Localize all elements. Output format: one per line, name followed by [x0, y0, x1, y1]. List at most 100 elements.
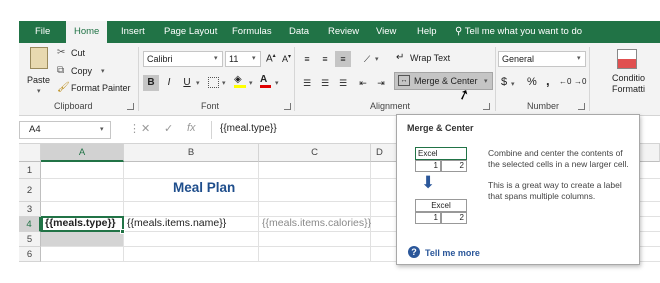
bottom-align-icon[interactable]: ≡: [335, 51, 351, 67]
wrap-text-icon: ↵: [396, 52, 405, 63]
column-header-b[interactable]: B: [124, 144, 259, 162]
illus-after-cell-1: 1: [415, 212, 441, 224]
format-painter-label: Format Painter: [71, 83, 131, 93]
increase-font-icon[interactable]: A▴: [266, 52, 276, 64]
tab-review[interactable]: Review: [328, 21, 359, 43]
row-header-6[interactable]: 6: [19, 247, 41, 262]
comma-button[interactable]: ,: [546, 73, 550, 88]
chevron-down-icon: ▾: [100, 126, 104, 133]
tooltip-desc-2: This is a great way to create a label th…: [488, 180, 622, 201]
borders-icon[interactable]: [208, 77, 219, 88]
font-group-label: Font: [201, 101, 220, 111]
merge-icon: ↔: [398, 75, 410, 86]
underline-button[interactable]: U: [179, 75, 195, 91]
merge-dropdown-icon: ▾: [484, 78, 488, 85]
cancel-icon[interactable]: ✕: [141, 122, 150, 135]
align-left-icon[interactable]: ☰: [299, 75, 315, 91]
lightbulb-icon: ⚲: [455, 26, 463, 37]
italic-button[interactable]: I: [161, 75, 177, 91]
tab-file[interactable]: File: [35, 21, 50, 43]
increase-indent-icon[interactable]: ⇥: [373, 75, 389, 91]
alignment-launcher-icon[interactable]: [483, 103, 490, 110]
decrease-indent-icon[interactable]: ⇤: [355, 75, 371, 91]
name-box-value: A4: [29, 124, 41, 135]
fill-handle[interactable]: [120, 229, 125, 234]
more-options-icon[interactable]: ⋮: [129, 122, 140, 135]
insert-function-icon[interactable]: fx: [187, 122, 196, 134]
tab-home[interactable]: Home: [66, 21, 108, 43]
font-name-select[interactable]: Calibri ▾: [143, 51, 223, 67]
tab-insert[interactable]: Insert: [121, 21, 145, 43]
underline-dropdown-icon[interactable]: ▾: [196, 79, 200, 87]
tab-page-layout[interactable]: Page Layout: [164, 21, 217, 43]
clipboard-group-label: Clipboard: [54, 101, 93, 111]
gridline: [123, 162, 124, 262]
tooltip-description: Combine and center the contents of the s…: [488, 148, 636, 212]
row-header-2[interactable]: 2: [19, 179, 41, 202]
tell-me-more-link[interactable]: Tell me more: [425, 248, 480, 258]
cell-b2-title[interactable]: Meal Plan: [173, 180, 235, 195]
cell-b4[interactable]: {{meals.items.name}}: [127, 217, 226, 229]
decrease-decimal-icon[interactable]: →0: [574, 77, 586, 86]
bold-button[interactable]: B: [143, 75, 159, 91]
increase-decimal-icon[interactable]: ←0: [559, 77, 571, 86]
currency-button[interactable]: $: [501, 76, 507, 88]
borders-dropdown-icon[interactable]: ▾: [222, 79, 226, 87]
font-launcher-icon[interactable]: [284, 103, 291, 110]
conditional-formatting-label[interactable]: Conditio: [612, 73, 645, 83]
row-header-3[interactable]: 3: [19, 202, 41, 217]
merge-center-button[interactable]: ↔ Merge & Center ▾: [394, 72, 493, 90]
merge-center-tooltip: Merge & Center Excel 1 2 ⬇ Excel 1 2 Com…: [396, 114, 640, 265]
tab-formulas[interactable]: Formulas: [232, 21, 272, 43]
tab-data[interactable]: Data: [289, 21, 309, 43]
paste-button[interactable]: Paste ▾: [25, 47, 55, 95]
row-header-1[interactable]: 1: [19, 162, 41, 179]
font-size-select[interactable]: 11 ▾: [225, 51, 261, 67]
conditional-formatting-icon[interactable]: [617, 49, 637, 69]
enter-icon[interactable]: ✓: [164, 122, 173, 135]
align-right-icon[interactable]: ☰: [335, 75, 351, 91]
font-color-icon[interactable]: A: [260, 74, 271, 88]
top-align-icon[interactable]: ≡: [299, 51, 315, 67]
font-color-dropdown-icon[interactable]: ▾: [275, 79, 279, 87]
middle-align-icon[interactable]: ≡: [317, 51, 333, 67]
fill-color-icon[interactable]: ◈: [234, 74, 246, 88]
copy-label: Copy: [71, 66, 93, 76]
number-format-select[interactable]: General ▾: [498, 51, 586, 67]
ribbon: Paste ▾ ✂ Cut ⧉ Copy ▾ 🖌 Format Painter …: [19, 43, 660, 116]
row-header-4[interactable]: 4: [19, 217, 41, 232]
illus-after-header: Excel: [415, 199, 467, 212]
cell-a5-highlight[interactable]: [41, 232, 123, 246]
clipboard-launcher-icon[interactable]: [127, 103, 134, 110]
merge-illustration: Excel 1 2 ⬇ Excel 1 2: [415, 147, 469, 237]
conditional-formatting-label2[interactable]: Formatti: [612, 84, 645, 94]
column-header-c[interactable]: C: [259, 144, 371, 162]
group-separator: [495, 47, 496, 111]
brush-icon: 🖌: [57, 82, 70, 93]
orientation-dropdown-icon[interactable]: ▾: [375, 55, 379, 63]
tab-help[interactable]: Help: [417, 21, 437, 43]
tooltip-desc-1: Combine and center the contents of the s…: [488, 148, 629, 169]
cut-label: Cut: [71, 48, 86, 58]
number-format-value: General: [502, 54, 535, 64]
name-box[interactable]: A4 ▾: [19, 121, 111, 139]
tab-view[interactable]: View: [376, 21, 396, 43]
fill-dropdown-icon[interactable]: ▾: [249, 79, 253, 87]
ribbon-tabbar: File Home Insert Page Layout Formulas Da…: [19, 21, 660, 43]
paste-label: Paste: [27, 75, 51, 85]
orientation-icon[interactable]: ⟋: [359, 51, 375, 67]
tell-me-box[interactable]: ⚲ Tell me what you want to do: [455, 21, 582, 43]
chevron-down-icon: ▾: [252, 55, 256, 62]
cell-c4[interactable]: {{meals.items.calories}}: [262, 217, 371, 229]
percent-button[interactable]: %: [527, 76, 537, 88]
select-all-corner[interactable]: [19, 144, 41, 162]
row-header-5[interactable]: 5: [19, 232, 41, 247]
column-header-a[interactable]: A: [41, 144, 124, 162]
clipboard-icon: [30, 47, 48, 69]
currency-dropdown-icon[interactable]: ▾: [511, 80, 515, 88]
alignment-group-label: Alignment: [370, 101, 411, 111]
decrease-font-icon[interactable]: A▾: [282, 53, 291, 64]
number-launcher-icon[interactable]: [578, 103, 585, 110]
help-icon[interactable]: ?: [408, 246, 420, 258]
align-center-icon[interactable]: ☰: [317, 75, 333, 91]
